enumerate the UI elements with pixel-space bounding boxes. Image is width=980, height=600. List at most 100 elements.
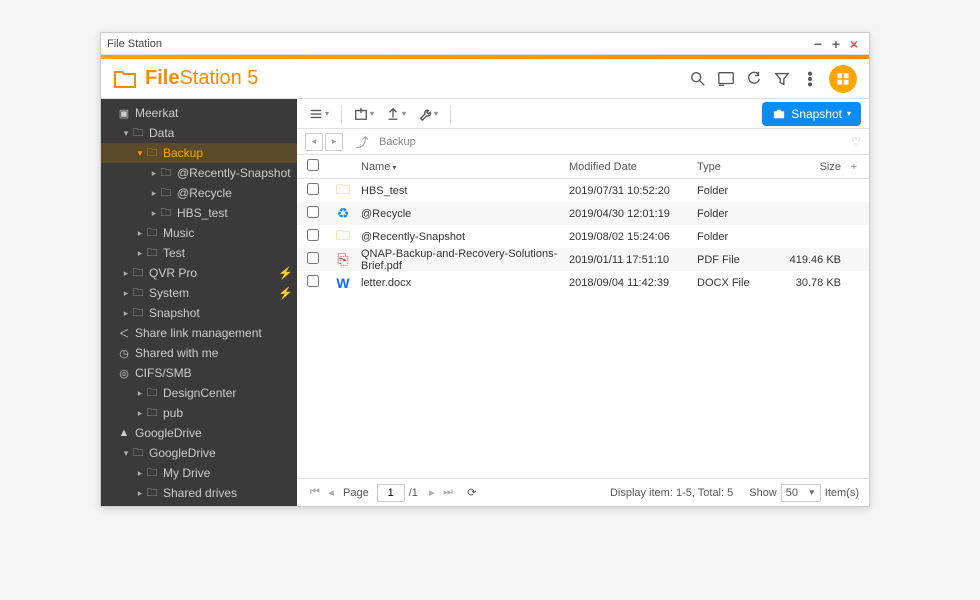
- sidebar-item[interactable]: ▸🗀My Drive: [101, 463, 297, 483]
- new-button[interactable]: ▾: [350, 103, 378, 125]
- sidebar[interactable]: ▣Meerkat▾🗀Data▾🗀Backup▸🗀@Recently-Snapsh…: [101, 99, 297, 506]
- sidebar-item[interactable]: ▲GoogleDrive: [101, 423, 297, 443]
- file-date: 2019/08/02 15:24:06: [569, 231, 697, 243]
- expand-arrow-icon[interactable]: ▸: [135, 248, 145, 259]
- sidebar-item[interactable]: ◎CIFS/SMB: [101, 363, 297, 383]
- row-checkbox[interactable]: [297, 206, 329, 221]
- sidebar-item[interactable]: ▸🗀DesignCenter: [101, 383, 297, 403]
- expand-arrow-icon[interactable]: ▸: [135, 388, 145, 399]
- file-list[interactable]: 🗀HBS_test2019/07/31 10:52:20Folder♻@Recy…: [297, 179, 869, 478]
- expand-arrow-icon[interactable]: ▸: [121, 308, 131, 319]
- nav-forward-button[interactable]: ▸: [325, 133, 343, 151]
- dashboard-button[interactable]: [829, 65, 857, 93]
- sidebar-item[interactable]: ▸🗀QVR Pro⚡: [101, 263, 297, 283]
- favorite-icon[interactable]: ♡: [851, 135, 861, 148]
- sidebar-item[interactable]: ▸🗀System⚡: [101, 283, 297, 303]
- upload-button[interactable]: ▾: [382, 103, 410, 125]
- expand-arrow-icon[interactable]: ▸: [135, 468, 145, 479]
- expand-arrow-icon[interactable]: ▸: [149, 188, 159, 199]
- sidebar-item[interactable]: ▾🗀Data: [101, 123, 297, 143]
- add-column-button[interactable]: +: [847, 161, 861, 173]
- expand-arrow-icon[interactable]: ▾: [135, 148, 145, 159]
- search-icon[interactable]: [685, 66, 711, 92]
- sidebar-item[interactable]: ◷Shared with me: [101, 343, 297, 363]
- close-button[interactable]: ×: [845, 35, 863, 53]
- minimize-button[interactable]: −: [809, 35, 827, 53]
- file-row[interactable]: ⎘QNAP-Backup-and-Recovery-Solutions-Brie…: [297, 248, 869, 271]
- page-last-button[interactable]: ⏭: [440, 486, 456, 499]
- sidebar-item[interactable]: ▸🗀@Recently-Snapshot: [101, 163, 297, 183]
- expand-arrow-icon[interactable]: ▸: [121, 288, 131, 299]
- file-date: 2019/04/30 12:01:19: [569, 208, 697, 220]
- sidebar-item-label: System: [149, 286, 276, 300]
- breadcrumb-path[interactable]: Backup: [379, 136, 416, 148]
- sidebar-item[interactable]: ▸🗀pub: [101, 403, 297, 423]
- items-label: Item(s): [825, 487, 859, 499]
- expand-arrow-icon[interactable]: ▾: [121, 448, 131, 459]
- snapshot-button[interactable]: Snapshot ▾: [762, 102, 861, 126]
- expand-arrow-icon[interactable]: ▸: [149, 168, 159, 179]
- sidebar-item-label: CIFS/SMB: [135, 366, 293, 380]
- column-size[interactable]: Size: [777, 161, 847, 173]
- sidebar-item[interactable]: ▾🗀GoogleDrive: [101, 443, 297, 463]
- more-icon[interactable]: [797, 66, 823, 92]
- file-row[interactable]: 🗀@Recently-Snapshot2019/08/02 15:24:06Fo…: [297, 225, 869, 248]
- sidebar-item[interactable]: ▸🗀@Recycle: [101, 183, 297, 203]
- titlebar: File Station − + ×: [101, 33, 869, 55]
- folder-icon: 🗀: [145, 404, 159, 423]
- row-checkbox[interactable]: [297, 275, 329, 290]
- column-modified[interactable]: Modified Date: [569, 161, 697, 173]
- page-label: Page: [343, 487, 369, 499]
- file-row[interactable]: 🗀HBS_test2019/07/31 10:52:20Folder: [297, 179, 869, 202]
- window-title: File Station: [107, 38, 162, 50]
- sidebar-item[interactable]: ▸🗀Snapshot: [101, 303, 297, 323]
- page-refresh-button[interactable]: ⟳: [464, 486, 480, 499]
- folder-icon: 🗀: [131, 124, 145, 143]
- expand-arrow-icon[interactable]: ▸: [121, 268, 131, 279]
- folder-icon: 🗀: [131, 264, 145, 283]
- page-next-button[interactable]: ▸: [424, 486, 440, 499]
- column-name[interactable]: Name▾: [357, 161, 569, 173]
- sidebar-item[interactable]: ▸🗀Shared drives: [101, 483, 297, 503]
- expand-arrow-icon[interactable]: ▸: [135, 408, 145, 419]
- filter-icon[interactable]: [769, 66, 795, 92]
- expand-arrow-icon[interactable]: ▸: [149, 208, 159, 219]
- cast-icon[interactable]: [713, 66, 739, 92]
- column-type[interactable]: Type: [697, 161, 777, 173]
- pdf-icon: ⎘: [329, 251, 357, 268]
- row-checkbox[interactable]: [297, 229, 329, 244]
- expand-arrow-icon[interactable]: ▸: [135, 228, 145, 239]
- sidebar-item-label: QVR Pro: [149, 266, 276, 280]
- page-first-button[interactable]: ⏮: [307, 486, 323, 499]
- tools-button[interactable]: ▾: [414, 103, 442, 125]
- folder-icon: 🗀: [145, 484, 159, 503]
- bolt-icon: ⚡: [278, 286, 293, 300]
- sidebar-item[interactable]: ▸🗀HBS_test: [101, 203, 297, 223]
- refresh-icon[interactable]: [741, 66, 767, 92]
- file-type: Folder: [697, 231, 777, 243]
- row-checkbox[interactable]: [297, 183, 329, 198]
- nav-up-button[interactable]: ⤴: [353, 133, 371, 151]
- sidebar-item[interactable]: ▾🗀Backup: [101, 143, 297, 163]
- expand-arrow-icon[interactable]: ▸: [135, 488, 145, 499]
- file-row[interactable]: ♻@Recycle2019/04/30 12:01:19Folder: [297, 202, 869, 225]
- gdrive-icon: ▲: [117, 427, 131, 439]
- maximize-button[interactable]: +: [827, 35, 845, 53]
- page-size-select[interactable]: 50▼: [781, 484, 821, 502]
- page-input[interactable]: [377, 484, 405, 502]
- sidebar-item[interactable]: ▸🗀Music: [101, 223, 297, 243]
- view-mode-button[interactable]: ▾: [305, 103, 333, 125]
- sidebar-item[interactable]: ▣Meerkat: [101, 103, 297, 123]
- file-row[interactable]: Wletter.docx2018/09/04 11:42:39DOCX File…: [297, 271, 869, 294]
- select-all-checkbox[interactable]: [297, 159, 329, 174]
- row-checkbox[interactable]: [297, 252, 329, 267]
- folder-icon: 🗀: [329, 179, 357, 203]
- nav-back-button[interactable]: ◂: [305, 133, 323, 151]
- display-info: Display item: 1-5, Total: 5: [610, 487, 733, 499]
- sidebar-item[interactable]: ＜Share link management: [101, 323, 297, 343]
- folder-icon: 🗀: [145, 144, 159, 163]
- page-prev-button[interactable]: ◂: [323, 486, 339, 499]
- sidebar-item[interactable]: ▸🗀Test: [101, 243, 297, 263]
- expand-arrow-icon[interactable]: ▾: [121, 128, 131, 139]
- sidebar-item-label: Share link management: [135, 326, 293, 340]
